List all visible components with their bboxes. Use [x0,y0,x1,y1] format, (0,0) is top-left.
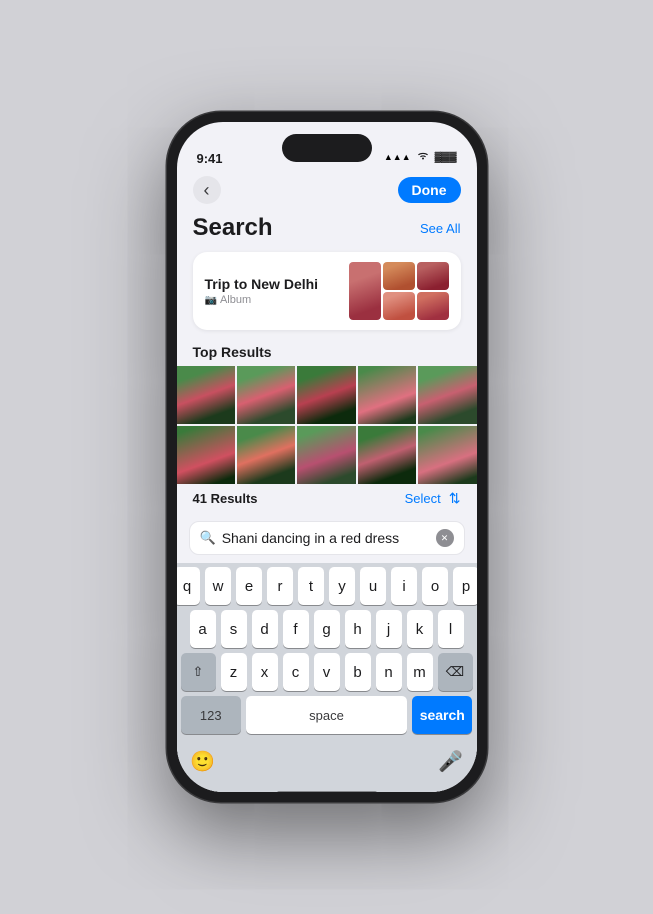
key-w[interactable]: w [205,567,231,605]
key-f[interactable]: f [283,610,309,648]
status-time: 9:41 [197,151,223,166]
photo-10[interactable] [418,426,476,484]
photo-7[interactable] [237,426,295,484]
phone-device: 9:41 ▲▲▲ ▓▓▓ Done Search See All [167,112,487,802]
dynamic-island [282,134,372,162]
key-z[interactable]: z [221,653,247,691]
key-o[interactable]: o [422,567,448,605]
album-thumb-4 [383,292,415,320]
keyboard-row-2: a s d f g h j k l [181,610,473,648]
photo-6[interactable] [177,426,235,484]
key-c[interactable]: c [283,653,309,691]
keyboard-row-1: q w e r t y u i o p [181,567,473,605]
mic-icon[interactable]: 🎤 [433,743,469,779]
album-icon: 📷 [205,295,217,306]
key-b[interactable]: b [345,653,371,691]
search-icon: 🔍 [200,530,216,546]
delete-key[interactable]: ⌫ [438,653,473,691]
key-d[interactable]: d [252,610,278,648]
signal-icon: ▲▲▲ [384,152,411,162]
key-r[interactable]: r [267,567,293,605]
photo-5[interactable] [418,366,476,424]
key-a[interactable]: a [190,610,216,648]
key-e[interactable]: e [236,567,262,605]
keyboard-row-3: ⇧ z x c v b n m ⌫ [181,653,473,691]
album-thumb-3 [417,262,449,290]
see-all-button[interactable]: See All [420,221,460,236]
key-j[interactable]: j [376,610,402,648]
keyboard-bottom-row: 123 space search [181,696,473,734]
key-p[interactable]: p [453,567,477,605]
home-bar [277,791,377,792]
key-t[interactable]: t [298,567,324,605]
status-icons: ▲▲▲ ▓▓▓ [384,148,457,166]
done-button[interactable]: Done [398,177,461,203]
top-results-header: Top Results [177,340,477,366]
album-thumb-2 [383,262,415,290]
search-bar-row: 🔍 Shani dancing in a red dress [177,513,477,563]
photo-3[interactable] [297,366,355,424]
key-y[interactable]: y [329,567,355,605]
battery-icon: ▓▓▓ [435,152,457,163]
album-thumb-1 [349,262,381,320]
key-i[interactable]: i [391,567,417,605]
key-v[interactable]: v [314,653,340,691]
select-button[interactable]: Select [405,491,441,506]
search-clear-button[interactable] [436,529,454,547]
keyboard-bottom-accessories: 🙂 🎤 [177,741,477,783]
shift-key[interactable]: ⇧ [181,653,216,691]
album-title: Trip to New Delhi [205,276,319,292]
album-card[interactable]: Trip to New Delhi 📷 Album [193,252,461,330]
key-q[interactable]: q [177,567,201,605]
home-indicator [177,783,477,792]
photo-grid [177,366,477,484]
phone-screen: 9:41 ▲▲▲ ▓▓▓ Done Search See All [177,122,477,792]
key-k[interactable]: k [407,610,433,648]
back-button[interactable] [193,176,221,204]
key-l[interactable]: l [438,610,464,648]
search-button[interactable]: search [412,696,472,734]
emoji-icon[interactable]: 🙂 [185,743,221,779]
search-input-wrap[interactable]: 🔍 Shani dancing in a red dress [189,521,465,555]
photo-8[interactable] [297,426,355,484]
key-m[interactable]: m [407,653,433,691]
nav-bar: Done [177,172,477,212]
search-input-value[interactable]: Shani dancing in a red dress [222,530,430,546]
key-x[interactable]: x [252,653,278,691]
key-n[interactable]: n [376,653,402,691]
photo-9[interactable] [358,426,416,484]
key-h[interactable]: h [345,610,371,648]
key-u[interactable]: u [360,567,386,605]
keyboard-area: q w e r t y u i o p a s [177,563,477,792]
key-g[interactable]: g [314,610,340,648]
album-thumbnails [349,262,449,320]
numbers-key[interactable]: 123 [181,696,241,734]
wifi-icon [416,148,430,166]
results-count: 41 Results [193,491,258,506]
results-actions: Select ⇅ [405,490,461,507]
album-subtitle: 📷 Album [205,294,319,306]
keyboard: q w e r t y u i o p a s [177,563,477,741]
key-s[interactable]: s [221,610,247,648]
page-title: Search [193,214,273,242]
photo-4[interactable] [358,366,416,424]
search-title-row: Search See All [177,212,477,246]
album-info: Trip to New Delhi 📷 Album [205,276,319,306]
sort-icon[interactable]: ⇅ [449,490,461,507]
photo-2[interactable] [237,366,295,424]
album-thumb-5 [417,292,449,320]
results-bar: 41 Results Select ⇅ [177,484,477,513]
content-area: Search See All Trip to New Delhi 📷 Album [177,212,477,792]
space-key[interactable]: space [246,696,407,734]
photo-1[interactable] [177,366,235,424]
